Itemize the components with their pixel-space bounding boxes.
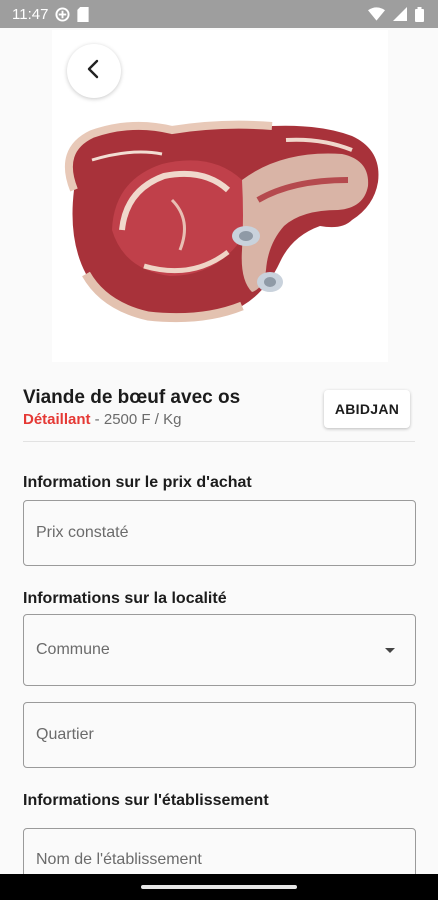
commune-select[interactable]: Commune [23, 614, 416, 686]
product-title: Viande de bœuf avec os [23, 387, 241, 408]
settings-circle-icon [55, 6, 70, 22]
quartier-input[interactable]: Quartier [23, 702, 416, 768]
sim-card-icon [77, 6, 90, 22]
city-button[interactable]: ABIDJAN [324, 390, 410, 428]
price-observed-input[interactable]: Prix constaté [23, 500, 416, 566]
product-subtitle: Détaillant - 2500 F / Kg [23, 411, 181, 428]
signal-icon [393, 7, 407, 21]
seller-type: Détaillant [23, 411, 91, 428]
section-label-purchase-price: Information sur le prix d'achat [23, 474, 252, 491]
section-label-locality: Informations sur la localité [23, 590, 227, 607]
back-arrow-icon [83, 58, 105, 85]
product-unit: / Kg [150, 411, 182, 428]
establishment-name-placeholder: Nom de l'établissement [36, 851, 202, 868]
product-price: 2500 F [103, 411, 151, 428]
commune-placeholder: Commune [36, 641, 110, 658]
divider [23, 441, 415, 442]
wifi-icon [368, 7, 385, 21]
dropdown-caret-icon [385, 647, 395, 653]
price-observed-placeholder: Prix constaté [36, 524, 129, 541]
quartier-placeholder: Quartier [36, 726, 94, 743]
status-bar: 11:47 [0, 0, 438, 28]
home-gesture-handle[interactable] [141, 885, 297, 889]
battery-icon [415, 6, 424, 22]
navigation-bar [0, 874, 438, 900]
subtitle-separator: - [90, 411, 104, 428]
status-time: 11:47 [12, 5, 49, 23]
section-label-establishment: Informations sur l'établissement [23, 792, 269, 809]
back-button[interactable] [67, 44, 121, 98]
